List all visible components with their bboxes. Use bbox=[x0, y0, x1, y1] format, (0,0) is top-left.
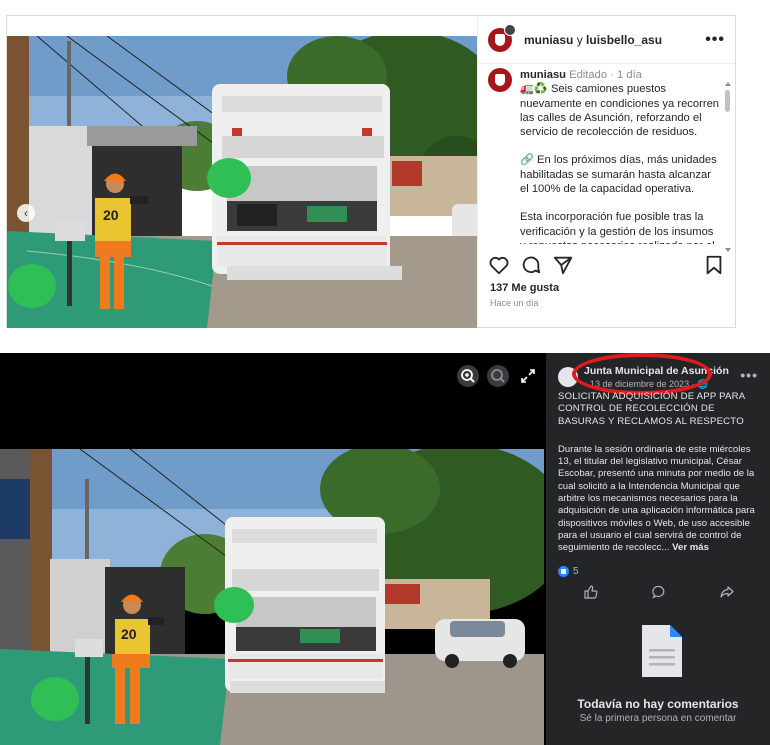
caption-scrollbar[interactable] bbox=[725, 82, 731, 252]
garbage-truck-photo-fb[interactable]: 20 bbox=[0, 449, 544, 745]
zoom-out-icon[interactable] bbox=[487, 365, 509, 387]
fb-action-bar bbox=[558, 585, 758, 605]
avatar[interactable] bbox=[488, 23, 516, 52]
caption-avatar[interactable] bbox=[488, 68, 512, 92]
caption-paragraph-2: 🔗 En los próximos días, más unidades hab… bbox=[520, 154, 717, 196]
likes-count[interactable]: 137 Me gusta bbox=[490, 282, 559, 294]
caption-paragraph-3: Esta incorporación fue posible tras la v… bbox=[520, 211, 715, 244]
more-options-icon[interactable]: ••• bbox=[740, 367, 758, 383]
instagram-sidebar: muniasu y luisbello_asu ••• muniasu Edit… bbox=[477, 16, 735, 327]
share-icon[interactable] bbox=[552, 254, 574, 276]
no-comments-title: Todavía no hay comentarios bbox=[577, 697, 739, 711]
garbage-truck-photo[interactable]: 20 ‹ bbox=[7, 36, 477, 328]
heart-icon[interactable] bbox=[488, 254, 510, 276]
fullscreen-icon[interactable] bbox=[517, 365, 539, 387]
post-text: SOLICITAN ADQUISICIÓN DE APP PARA CONTRO… bbox=[558, 391, 758, 555]
action-bar bbox=[488, 254, 725, 278]
svg-text:20: 20 bbox=[121, 626, 137, 642]
caption-paragraph-1: 🚛♻️ Seis camiones puestos nuevamente en … bbox=[520, 83, 720, 139]
reactions[interactable]: 5 bbox=[558, 566, 579, 577]
no-comments-subtitle: Sé la primera persona en comentar bbox=[579, 713, 737, 724]
caption-username[interactable]: muniasu bbox=[520, 69, 566, 81]
post-header: muniasu y luisbello_asu ••• bbox=[478, 16, 735, 64]
see-more-link[interactable]: Ver más bbox=[672, 542, 709, 553]
caption: muniasu Editado · 1 día 🚛♻️ Seis camione… bbox=[488, 68, 721, 244]
previous-arrow[interactable]: ‹ bbox=[17, 204, 35, 222]
post-title: SOLICITAN ADQUISICIÓN DE APP PARA CONTRO… bbox=[558, 391, 745, 427]
caption-meta: Editado · 1 día bbox=[569, 69, 642, 81]
post-authors[interactable]: muniasu y luisbello_asu bbox=[524, 33, 662, 47]
zoom-in-icon[interactable] bbox=[457, 365, 479, 387]
like-icon[interactable] bbox=[584, 585, 598, 599]
facebook-sidebar: Junta Municipal de Asunción 13 de diciem… bbox=[546, 353, 770, 745]
like-reaction-icon bbox=[558, 566, 569, 577]
document-icon bbox=[640, 623, 684, 679]
svg-text:20: 20 bbox=[103, 207, 119, 223]
post-time: Hace un día bbox=[490, 298, 539, 308]
post-body: Durante la sesión ordinaria de este miér… bbox=[558, 443, 755, 554]
comment-icon[interactable] bbox=[652, 585, 666, 599]
more-options-icon[interactable]: ••• bbox=[705, 31, 725, 49]
reactions-count: 5 bbox=[573, 566, 579, 577]
comment-icon[interactable] bbox=[520, 254, 542, 276]
instagram-post: 20 ‹ muniasu y luisbello_asu ••• muniasu… bbox=[6, 15, 736, 328]
red-annotation-circle bbox=[572, 353, 712, 395]
facebook-photo-viewer: 20 Junta Municipal de Asunción 13 de dic… bbox=[0, 353, 770, 745]
share-icon[interactable] bbox=[720, 585, 734, 599]
bookmark-icon[interactable] bbox=[703, 254, 725, 276]
